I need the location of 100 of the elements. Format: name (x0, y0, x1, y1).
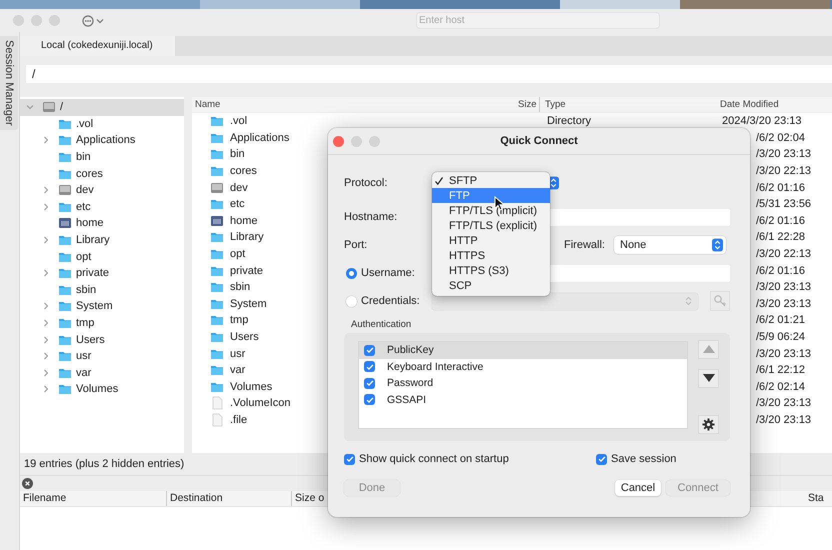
folder-icon (58, 266, 72, 280)
firewall-select[interactable]: None (614, 236, 726, 254)
chevron-icon[interactable] (42, 319, 50, 328)
menu-item[interactable]: HTTP (432, 233, 550, 248)
tree-item[interactable]: usr (20, 348, 184, 364)
checkbox[interactable] (364, 361, 375, 372)
radio-button[interactable] (346, 296, 357, 306)
checkbox[interactable] (364, 378, 375, 389)
folder-icon (210, 313, 224, 328)
file-name: cores (230, 165, 257, 178)
date-modified: /6/2 01:16 (756, 182, 805, 194)
column-header[interactable]: Filename (20, 491, 167, 506)
column-header[interactable]: Size (518, 97, 540, 112)
host-field[interactable]: Enter host (416, 12, 660, 29)
tree-item[interactable]: tmp (20, 314, 184, 332)
dialog-button[interactable]: Cancel (615, 480, 661, 496)
more-button[interactable] (82, 14, 106, 28)
tree-item[interactable]: opt (20, 248, 184, 265)
folder-icon (58, 349, 72, 364)
column-header[interactable]: Name (192, 97, 518, 112)
radio-button[interactable] (346, 268, 357, 278)
clear-icon[interactable] (22, 478, 33, 489)
list-item[interactable]: PublicKey (359, 342, 687, 358)
menu-item[interactable]: HTTPS (432, 248, 550, 263)
tree-item[interactable]: System (20, 298, 184, 315)
chevron-icon[interactable] (42, 236, 50, 244)
menu-item[interactable]: FTP/TLS (explicit) (432, 218, 550, 233)
session-manager-tab[interactable]: Session Manager (0, 36, 18, 130)
checkbox[interactable] (364, 394, 375, 406)
chevron-icon[interactable] (42, 352, 50, 360)
date-modified: /6/2 01:16 (756, 214, 805, 227)
menu-item[interactable]: FTP (432, 188, 550, 203)
list-item[interactable]: GSSAPI (359, 392, 687, 408)
tree-item[interactable]: sbin (20, 282, 184, 298)
checkbox[interactable] (364, 344, 375, 356)
column-header[interactable]: Destination (167, 491, 292, 506)
date-modified: /3/20 22:13 (756, 248, 812, 260)
list-item-label: Password (387, 377, 434, 390)
chevron-icon[interactable] (42, 385, 50, 394)
dialog-close-button[interactable] (333, 136, 344, 147)
date-modified: /6/1 22:12 (756, 364, 805, 376)
file-name: etc (230, 198, 245, 210)
list-item[interactable]: Password (359, 375, 687, 392)
file-name: dev (230, 182, 248, 194)
chevron-icon[interactable] (42, 336, 50, 344)
tree-item[interactable]: Volumes (20, 381, 184, 398)
key-icon (713, 294, 727, 308)
file-name: .vol (230, 115, 248, 128)
tree-item[interactable]: var (20, 364, 184, 382)
tree-item[interactable]: Applications (20, 132, 184, 149)
list-item-label: Keyboard Interactive (387, 360, 484, 373)
tree-item[interactable]: home (20, 215, 184, 232)
file-name: private (230, 264, 264, 277)
checkbox[interactable] (344, 454, 355, 464)
tree-item[interactable]: etc (20, 198, 184, 216)
credentials-select[interactable] (432, 292, 698, 310)
tree-item[interactable]: bin (20, 148, 184, 166)
tab[interactable]: Local (cokedexuniji.local) (20, 36, 175, 56)
chevron-icon[interactable] (42, 368, 50, 377)
field-label: Port: (344, 239, 368, 251)
tree-item[interactable]: dev (20, 182, 184, 199)
folder-icon (58, 382, 72, 396)
list-item[interactable]: Keyboard Interactive (359, 358, 687, 375)
chevron-icon[interactable] (42, 302, 50, 310)
chevron-icon[interactable] (42, 202, 50, 211)
tree-item[interactable]: Library (20, 232, 184, 248)
key-button[interactable] (710, 291, 730, 311)
menu-item[interactable]: SCP (432, 278, 550, 293)
chevron-icon[interactable] (26, 103, 34, 112)
tree-item[interactable]: cores (20, 165, 184, 182)
move-down-button[interactable] (698, 368, 719, 388)
folder-icon (210, 147, 224, 162)
file-type: Directory (547, 115, 592, 128)
drive-icon (42, 100, 56, 114)
radio-label: Username: (361, 267, 415, 279)
field-label: Hostname: (344, 211, 398, 223)
date-modified: /3/20 23:13 (756, 348, 812, 360)
path-field[interactable]: / (26, 65, 832, 83)
chevron-icon[interactable] (42, 136, 50, 144)
checkbox[interactable] (596, 454, 607, 464)
move-up-button[interactable] (698, 340, 719, 359)
file-name: Applications (230, 132, 290, 144)
column-header[interactable]: Type (540, 97, 720, 112)
chevron-icon[interactable] (42, 269, 50, 278)
file-name: home (230, 214, 258, 227)
chevron-icon[interactable] (42, 186, 50, 194)
date-modified: /3/20 23:13 (756, 298, 812, 310)
menu-item[interactable]: SFTP (432, 173, 550, 188)
menu-item[interactable]: FTP/TLS (implicit) (432, 203, 550, 218)
tree-item[interactable]: private (20, 264, 184, 282)
tree-item[interactable]: / (20, 99, 184, 116)
file-name: var (230, 364, 246, 376)
file-name: Users (230, 331, 259, 344)
column-header[interactable]: Sta (806, 491, 832, 506)
menu-item[interactable]: HTTPS (S3) (432, 263, 550, 278)
settings-button[interactable] (698, 415, 719, 434)
tree-item[interactable]: .vol (20, 116, 184, 132)
folder-icon (210, 363, 224, 378)
tree-item[interactable]: Users (20, 331, 184, 348)
column-header[interactable]: Date Modified (720, 97, 832, 112)
